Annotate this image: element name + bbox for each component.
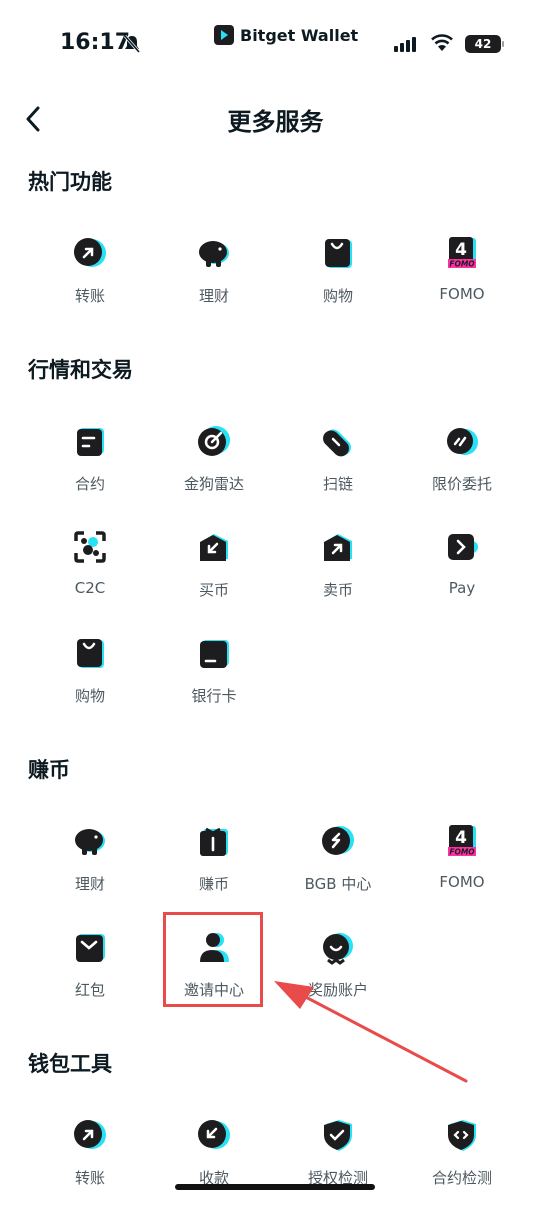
section-title-wallet-tools: 钱包工具 — [28, 1052, 112, 1076]
bgb-token-icon — [322, 826, 354, 855]
section-title-hot: 热门功能 — [28, 170, 112, 194]
piggy-bank-icon — [75, 829, 105, 855]
service-approval-check[interactable]: 授权检测 — [276, 1115, 400, 1205]
service-limit-order[interactable]: 限价委托 — [400, 421, 524, 511]
service-label: 合约 — [74, 475, 105, 493]
service-transfer-2[interactable]: 转账 — [28, 1115, 152, 1205]
annotation-arrow — [274, 981, 468, 1083]
service-label: 限价委托 — [431, 475, 492, 493]
service-label: 合约检测 — [431, 1169, 492, 1187]
service-label: 转账 — [74, 1169, 105, 1187]
shield-check-icon — [324, 1120, 352, 1151]
fomo-icon: 4 FOMO — [448, 237, 476, 269]
gift-box-icon — [200, 827, 228, 856]
service-shopping-2[interactable]: 购物 — [28, 633, 152, 723]
home-indicator — [175, 1184, 375, 1190]
cellular-signal-icon — [394, 37, 416, 52]
transfer-icon — [74, 238, 106, 267]
service-buy-crypto[interactable]: 买币 — [152, 527, 276, 617]
pay-icon — [448, 534, 478, 560]
receive-icon — [198, 1120, 230, 1149]
bitget-logo-icon — [214, 25, 234, 45]
battery-indicator: 42 — [465, 35, 504, 53]
limit-order-icon — [447, 428, 478, 455]
brand: Bitget Wallet — [214, 22, 358, 48]
service-bank-card[interactable]: 银行卡 — [152, 633, 276, 723]
service-bgb-center[interactable]: BGB 中心 — [276, 821, 400, 911]
highlight-box — [163, 912, 263, 1007]
service-fomo[interactable]: 4 FOMO FOMO — [400, 233, 524, 323]
status-time: 16:17 — [60, 30, 131, 55]
service-futures[interactable]: 合约 — [28, 421, 152, 511]
service-label: 买币 — [198, 581, 229, 599]
radar-icon — [198, 426, 230, 456]
service-wealth-2[interactable]: 理财 — [28, 821, 152, 911]
piggy-bank-icon — [199, 241, 229, 267]
service-label: 金狗雷达 — [183, 475, 244, 493]
fomo-text: FOMO — [449, 260, 475, 269]
service-label: 赚币 — [198, 875, 229, 893]
page-title: 更多服务 — [227, 108, 324, 136]
service-earn[interactable]: 赚币 — [152, 821, 276, 911]
scan-chain-icon — [323, 429, 351, 457]
service-shopping[interactable]: 购物 — [276, 233, 400, 323]
service-pay[interactable]: Pay — [400, 527, 524, 617]
service-fomo-2[interactable]: 4 FOMO FOMO — [400, 821, 524, 911]
service-scan-chain[interactable]: 扫链 — [276, 421, 400, 511]
rewards-icon — [323, 933, 353, 965]
shield-code-icon — [448, 1120, 476, 1151]
service-label: 理财 — [198, 287, 229, 305]
service-label: 扫链 — [322, 475, 353, 493]
service-transfer[interactable]: 转账 — [28, 233, 152, 323]
fomo-text: FOMO — [449, 848, 475, 857]
contract-icon — [77, 428, 104, 456]
service-label: C2C — [74, 579, 106, 597]
service-label: 卖币 — [322, 581, 353, 599]
service-label: 红包 — [74, 981, 105, 999]
wifi-icon — [431, 34, 453, 51]
buy-crypto-icon — [200, 534, 228, 561]
red-packet-icon — [76, 934, 105, 962]
service-label: 理财 — [74, 875, 105, 893]
service-label: BGB 中心 — [304, 875, 372, 893]
service-label: FOMO — [439, 873, 485, 891]
sell-crypto-icon — [324, 534, 352, 561]
section-title-earn: 赚币 — [28, 758, 70, 782]
service-label: 购物 — [322, 287, 353, 305]
service-c2c[interactable]: C2C — [28, 527, 152, 617]
silent-bell-icon — [123, 35, 141, 53]
nav-bar: 更多服务 — [0, 92, 551, 146]
service-label: 转账 — [74, 287, 105, 305]
status-bar: 16:17 Bitget Wallet 42 — [0, 0, 551, 90]
service-label: 购物 — [74, 687, 105, 705]
fomo-number: 4 — [455, 240, 467, 260]
transfer-icon — [74, 1120, 106, 1149]
service-receive[interactable]: 收款 — [152, 1115, 276, 1205]
c2c-icon — [74, 531, 106, 563]
shopping-bag-icon — [77, 639, 104, 668]
fomo-icon: 4 FOMO — [448, 825, 476, 857]
service-label: FOMO — [439, 285, 485, 303]
service-wealth[interactable]: 理财 — [152, 233, 276, 323]
service-label: Pay — [448, 579, 476, 597]
service-red-packet[interactable]: 红包 — [28, 927, 152, 1017]
service-radar[interactable]: 金狗雷达 — [152, 421, 276, 511]
shopping-bag-icon — [325, 239, 352, 268]
fomo-number: 4 — [455, 828, 467, 848]
service-sell-crypto[interactable]: 卖币 — [276, 527, 400, 617]
section-title-market: 行情和交易 — [28, 358, 133, 382]
brand-name: Bitget Wallet — [240, 25, 359, 45]
service-contract-check[interactable]: 合约检测 — [400, 1115, 524, 1205]
bank-card-icon — [200, 640, 229, 668]
service-label: 银行卡 — [191, 687, 237, 705]
